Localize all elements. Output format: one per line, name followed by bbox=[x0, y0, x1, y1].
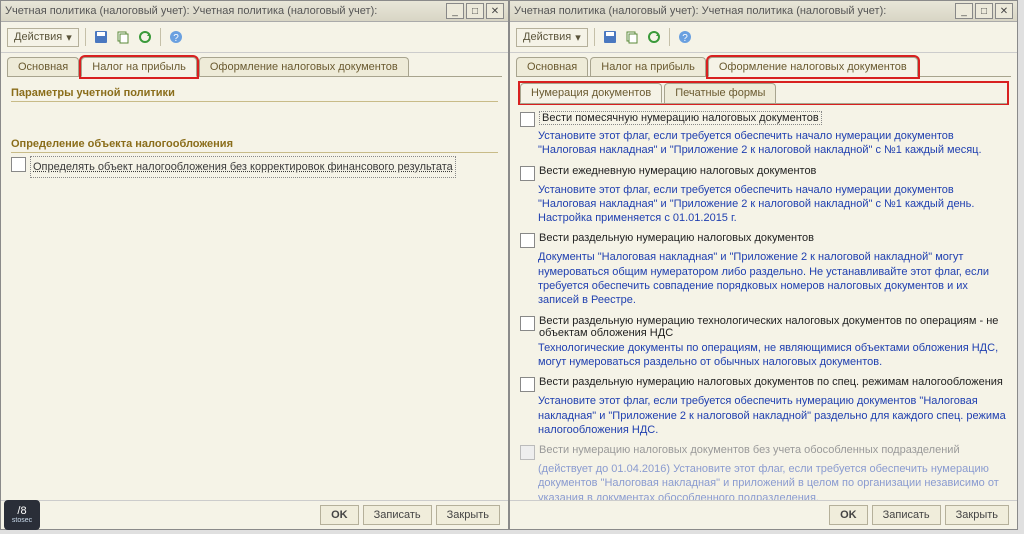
copy-icon[interactable] bbox=[114, 28, 132, 46]
main-tabs: Основная Налог на прибыль Оформление нал… bbox=[1, 53, 508, 76]
minimize-button[interactable]: _ bbox=[446, 3, 464, 19]
tab-tax-docs[interactable]: Оформление налоговых документов bbox=[708, 57, 918, 77]
titlebar: Учетная политика (налоговый учет): Учетн… bbox=[1, 1, 508, 22]
window-title: Учетная политика (налоговый учет): Учетн… bbox=[514, 5, 955, 17]
close-window-button[interactable]: ✕ bbox=[995, 3, 1013, 19]
maximize-button[interactable]: □ bbox=[466, 3, 484, 19]
checkbox-define-object[interactable] bbox=[11, 157, 26, 172]
refresh-icon[interactable] bbox=[136, 28, 154, 46]
section-object: Определение объекта налогообложения bbox=[11, 136, 498, 153]
chevron-down-icon: ▾ bbox=[575, 31, 581, 44]
window-title: Учетная политика (налоговый учет): Учетн… bbox=[5, 5, 446, 17]
toolbar: Действия▾ ? bbox=[510, 22, 1017, 53]
tab-main[interactable]: Основная bbox=[7, 57, 79, 76]
save-button[interactable]: Записать bbox=[363, 505, 432, 525]
watermark-logo: /8 stosec bbox=[4, 500, 40, 530]
hint-daily: Установите этот флаг, если требуется обе… bbox=[520, 182, 1007, 230]
checkbox-daily[interactable] bbox=[520, 166, 535, 181]
opt-tech: Вести раздельную нумерацию технологическ… bbox=[539, 315, 1007, 339]
opt-monthly: Вести помесячную нумерацию налоговых док… bbox=[542, 112, 819, 124]
footer: OK Записать Закрыть bbox=[1, 500, 508, 529]
save-icon[interactable] bbox=[601, 28, 619, 46]
tab-tax-docs[interactable]: Оформление налоговых документов bbox=[199, 57, 409, 76]
save-button[interactable]: Записать bbox=[872, 505, 941, 525]
svg-text:?: ? bbox=[173, 33, 179, 44]
tab-main[interactable]: Основная bbox=[516, 57, 588, 76]
subtab-printforms[interactable]: Печатные формы bbox=[664, 83, 776, 103]
opt-units: Вести нумерацию налоговых документов без… bbox=[539, 444, 960, 456]
content-left: Параметры учетной политики Определение о… bbox=[1, 77, 508, 500]
tab-profit-tax[interactable]: Налог на прибыль bbox=[590, 57, 706, 76]
hint-monthly: Установите этот флаг, если требуется обе… bbox=[520, 128, 1007, 162]
checkbox-special[interactable] bbox=[520, 377, 535, 392]
hint-special: Установите этот флаг, если требуется обе… bbox=[520, 393, 1007, 441]
hint-units: (действует до 01.04.2016) Установите это… bbox=[520, 461, 1007, 500]
right-window: Учетная политика (налоговый учет): Учетн… bbox=[509, 0, 1018, 530]
svg-text:?: ? bbox=[682, 33, 688, 44]
option-define-object[interactable]: Определять объект налогообложения без ко… bbox=[33, 157, 453, 177]
tab-profit-tax[interactable]: Налог на прибыль bbox=[81, 57, 197, 77]
opt-daily: Вести ежедневную нумерацию налоговых док… bbox=[539, 165, 816, 177]
ok-button[interactable]: OK bbox=[320, 505, 359, 525]
checkbox-monthly[interactable] bbox=[520, 112, 535, 127]
chevron-down-icon: ▾ bbox=[66, 31, 72, 44]
toolbar: Действия▾ ? bbox=[1, 22, 508, 53]
checkbox-units bbox=[520, 445, 535, 460]
actions-dropdown[interactable]: Действия▾ bbox=[516, 28, 588, 47]
copy-icon[interactable] bbox=[623, 28, 641, 46]
maximize-button[interactable]: □ bbox=[975, 3, 993, 19]
minimize-button[interactable]: _ bbox=[955, 3, 973, 19]
checkbox-separate[interactable] bbox=[520, 233, 535, 248]
close-window-button[interactable]: ✕ bbox=[486, 3, 504, 19]
left-window: Учетная политика (налоговый учет): Учетн… bbox=[0, 0, 509, 530]
subtabs-highlight: Нумерация документов Печатные формы bbox=[520, 83, 1007, 103]
save-icon[interactable] bbox=[92, 28, 110, 46]
close-button[interactable]: Закрыть bbox=[945, 505, 1009, 525]
checkbox-tech[interactable] bbox=[520, 316, 535, 331]
refresh-icon[interactable] bbox=[645, 28, 663, 46]
help-icon[interactable]: ? bbox=[676, 28, 694, 46]
content-right: Вести помесячную нумерацию налоговых док… bbox=[510, 104, 1017, 500]
opt-special: Вести раздельную нумерацию налоговых док… bbox=[539, 376, 1003, 388]
help-icon[interactable]: ? bbox=[167, 28, 185, 46]
section-params: Параметры учетной политики bbox=[11, 85, 498, 102]
ok-button[interactable]: OK bbox=[829, 505, 868, 525]
main-tabs: Основная Налог на прибыль Оформление нал… bbox=[510, 53, 1017, 76]
actions-dropdown[interactable]: Действия▾ bbox=[7, 28, 79, 47]
opt-separate: Вести раздельную нумерацию налоговых док… bbox=[539, 232, 814, 244]
footer: OK Записать Закрыть bbox=[510, 500, 1017, 529]
subtab-numbering[interactable]: Нумерация документов bbox=[520, 83, 662, 103]
hint-tech: Технологические документы по операциям, … bbox=[520, 340, 1007, 374]
titlebar: Учетная политика (налоговый учет): Учетн… bbox=[510, 1, 1017, 22]
close-button[interactable]: Закрыть bbox=[436, 505, 500, 525]
hint-separate: Документы "Налоговая накладная" и "Прило… bbox=[520, 249, 1007, 311]
